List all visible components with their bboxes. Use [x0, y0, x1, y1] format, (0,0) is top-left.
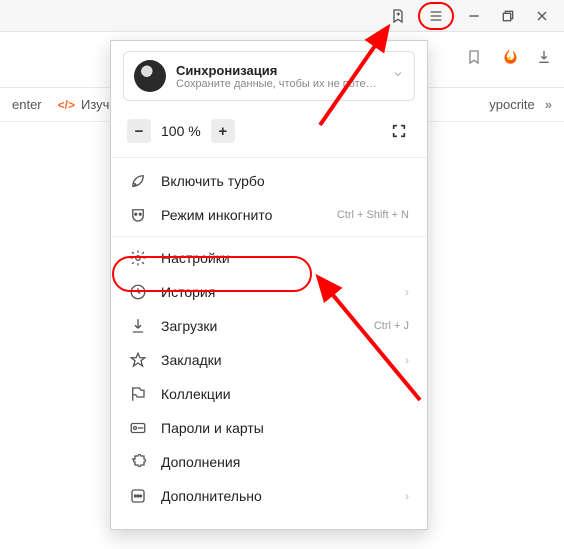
sync-subtitle: Сохраните данные, чтобы их не потерять [176, 78, 382, 90]
download-icon [129, 317, 147, 335]
sync-title: Синхронизация [176, 63, 382, 78]
code-icon: </> [58, 98, 75, 112]
chevron-right-icon: › [405, 353, 409, 367]
sync-texts: Синхронизация Сохраните данные, чтобы их… [176, 63, 382, 90]
star-icon [129, 351, 147, 369]
menu-label: Закладки [161, 352, 391, 368]
bookmark-label: enter [12, 97, 42, 112]
menu-label: Коллекции [161, 386, 409, 402]
more-icon [129, 487, 147, 505]
menu-label: Настройки [161, 250, 409, 266]
sync-promo-box[interactable]: Синхронизация Сохраните данные, чтобы их… [123, 51, 415, 101]
window-close-button[interactable] [528, 4, 556, 28]
menu-item-more[interactable]: Дополнительно › [111, 479, 427, 513]
menu-item-downloads[interactable]: Загрузки Ctrl + J [111, 309, 427, 343]
menu-item-bookmarks[interactable]: Закладки › [111, 343, 427, 377]
annotation-circle-menu [418, 2, 454, 30]
menu-item-collections[interactable]: Коллекции [111, 377, 427, 411]
menu-item-turbo[interactable]: Включить турбо [111, 164, 427, 198]
chevron-double-right-icon[interactable]: » [545, 97, 552, 112]
key-card-icon [129, 419, 147, 437]
add-bookmark-tab-button[interactable] [384, 4, 412, 28]
avatar [134, 60, 166, 92]
flag-icon [129, 385, 147, 403]
menu-item-addons[interactable]: Дополнения [111, 445, 427, 479]
main-menu-button[interactable] [422, 4, 450, 28]
menu-item-settings[interactable]: Настройки [111, 241, 427, 275]
chevron-right-icon: › [405, 489, 409, 503]
menu-shortcut: Ctrl + Shift + N [337, 209, 409, 221]
bookmark-label: ypocrite [489, 97, 535, 112]
chevron-down-icon [392, 67, 404, 85]
zoom-value: 100 % [161, 123, 201, 139]
zoom-row: − 100 % + [111, 111, 427, 158]
menu-label: Загрузки [161, 318, 360, 334]
menu-label: Включить турбо [161, 173, 409, 189]
chevron-right-icon: › [405, 285, 409, 299]
bookmark-icon[interactable] [466, 49, 482, 70]
menu-item-passwords[interactable]: Пароли и карты [111, 411, 427, 445]
menu-shortcut: Ctrl + J [374, 320, 409, 332]
download-icon[interactable] [536, 49, 552, 70]
menu-item-incognito[interactable]: Режим инкогнито Ctrl + Shift + N [111, 198, 427, 232]
menu-label: Режим инкогнито [161, 207, 323, 223]
zoom-out-button[interactable]: − [127, 119, 151, 143]
menu-label: История [161, 284, 391, 300]
puzzle-icon [129, 453, 147, 471]
menu-item-history[interactable]: История › [111, 275, 427, 309]
adblock-fire-icon[interactable] [500, 48, 518, 71]
zoom-in-button[interactable]: + [211, 119, 235, 143]
menu-label: Дополнительно [161, 488, 391, 504]
menu-list: Включить турбо Режим инкогнито Ctrl + Sh… [111, 158, 427, 519]
bookmark-item[interactable]: enter [12, 97, 42, 112]
fullscreen-button[interactable] [387, 119, 411, 143]
main-menu-panel: Синхронизация Сохраните данные, чтобы их… [110, 40, 428, 530]
window-maximize-button[interactable] [494, 4, 522, 28]
menu-label: Дополнения [161, 454, 409, 470]
clock-icon [129, 283, 147, 301]
menu-label: Пароли и карты [161, 420, 409, 436]
separator [111, 236, 427, 237]
mask-icon [129, 206, 147, 224]
gear-icon [129, 249, 147, 267]
window-minimize-button[interactable] [460, 4, 488, 28]
window-title-bar [0, 0, 564, 32]
rocket-icon [129, 172, 147, 190]
